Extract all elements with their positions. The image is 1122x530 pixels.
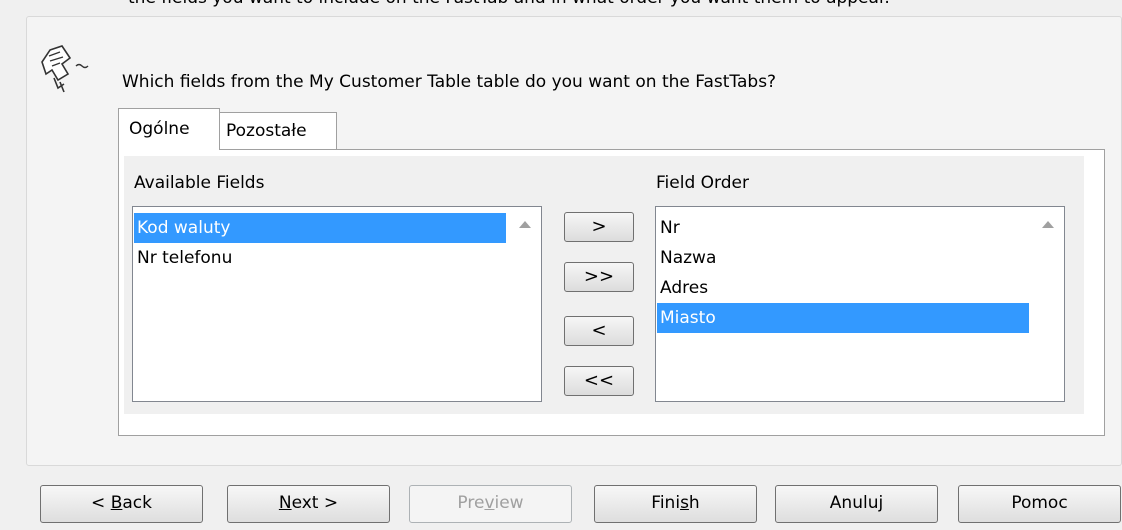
preview-button[interactable]: Preview — [409, 485, 572, 523]
wizard-page-icon — [41, 45, 89, 93]
back-label-post: ack — [122, 493, 152, 513]
remove-field-button[interactable]: < — [564, 316, 634, 346]
back-label-key: B — [110, 493, 123, 513]
remove-all-fields-button[interactable]: << — [564, 366, 634, 396]
list-item[interactable]: Nr — [657, 213, 1029, 243]
add-all-fields-button[interactable]: >> — [564, 262, 634, 292]
finish-label-pre: Fini — [651, 493, 681, 513]
finish-label-post: h — [688, 493, 700, 513]
next-label-key: N — [278, 493, 292, 513]
next-label-post: ext > — [291, 493, 339, 513]
back-label-pre: < — [91, 493, 111, 513]
available-fields-listbox[interactable]: Kod waluty Nr telefonu — [132, 206, 542, 402]
next-button[interactable]: Next > — [227, 485, 390, 523]
list-item[interactable]: Miasto — [657, 303, 1029, 333]
list-item[interactable]: Adres — [657, 273, 1029, 303]
scroll-up-arrow-icon[interactable] — [519, 221, 531, 228]
field-order-listbox[interactable]: Nr Nazwa Adres Miasto — [655, 206, 1065, 402]
add-field-button[interactable]: > — [564, 212, 634, 242]
finish-button[interactable]: Finish — [594, 485, 757, 523]
field-order-label: Field Order — [656, 173, 749, 193]
help-button[interactable]: Pomoc — [958, 485, 1121, 523]
preview-label-pre: Pre — [457, 493, 485, 513]
list-item[interactable]: Nazwa — [657, 243, 1029, 273]
cut-off-instruction-text: the fields you want to include on the Fa… — [0, 0, 1122, 12]
finish-label-key: s — [680, 493, 689, 513]
back-button[interactable]: < Back — [40, 485, 203, 523]
preview-label-key: v — [484, 493, 495, 513]
scroll-up-arrow-icon[interactable] — [1042, 221, 1054, 228]
list-item[interactable]: Nr telefonu — [134, 243, 506, 273]
cancel-button[interactable]: Anuluj — [775, 485, 938, 523]
available-fields-label: Available Fields — [134, 173, 265, 193]
preview-label-post: iew — [494, 493, 524, 513]
wizard-question: Which fields from the My Customer Table … — [122, 72, 777, 92]
tab-pozostale[interactable]: Pozostałe — [219, 112, 337, 149]
instruction-text: the fields you want to include on the Fa… — [128, 0, 890, 8]
list-item[interactable]: Kod waluty — [134, 213, 506, 243]
tab-ogolne[interactable]: Ogólne — [118, 108, 220, 150]
